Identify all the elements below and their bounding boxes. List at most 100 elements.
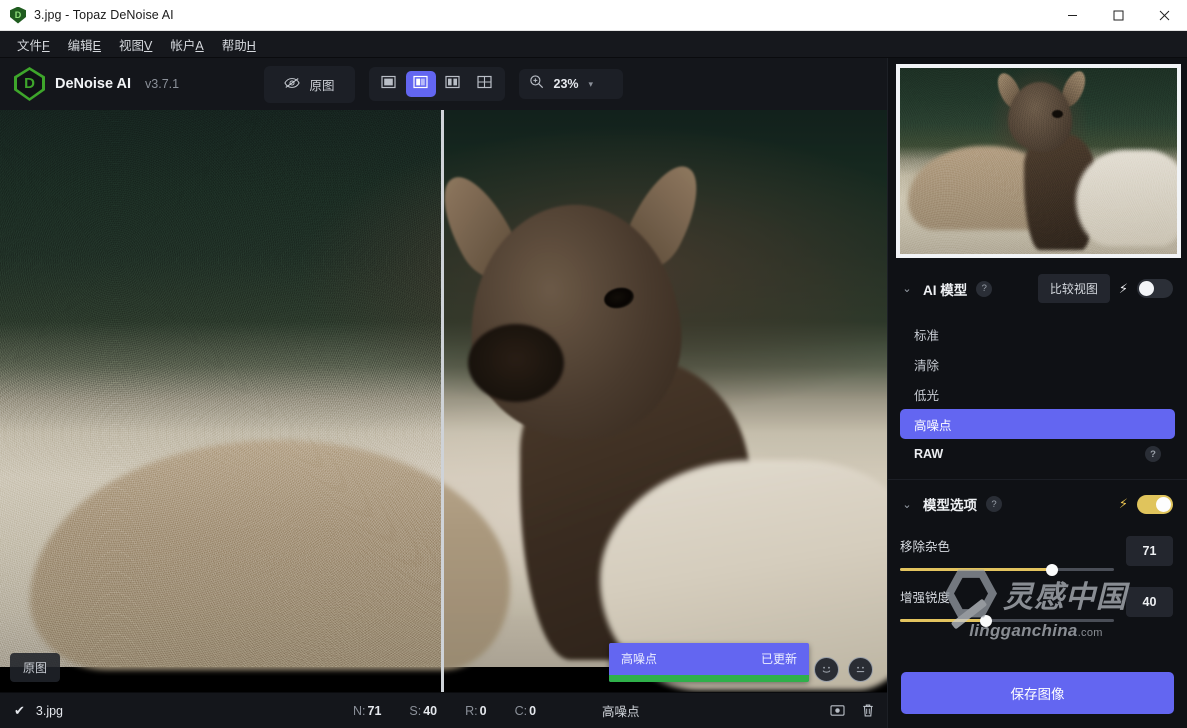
menu-help[interactable]: 帮助H [213, 32, 265, 57]
chevron-down-icon[interactable]: ⌄ [900, 498, 914, 511]
stat-sharpen-value: 40 [423, 704, 437, 718]
processed-image [444, 110, 887, 667]
compare-view-button[interactable]: 比较视图 [1038, 274, 1110, 303]
toast-model-label: 高噪点 [621, 650, 657, 667]
original-toggle-group: 原图 [264, 66, 354, 103]
show-original-button[interactable]: 原图 [268, 70, 350, 99]
app-toolbar: D DeNoise AI v3.7.1 原 [0, 58, 887, 110]
ai-model-list: 标准 清除 低光 高噪点 RAW ? [888, 313, 1187, 471]
file-checkmark-icon[interactable]: ✔ [14, 703, 25, 719]
stat-noise: N:71 [353, 704, 381, 718]
preview-export-icon[interactable] [830, 704, 845, 717]
menu-help-label: 帮助 [222, 39, 247, 53]
navigator-preview[interactable] [896, 64, 1181, 258]
menu-edit-label: 编辑 [68, 39, 93, 53]
menu-edit[interactable]: 编辑E [59, 32, 110, 57]
eye-slash-icon [284, 77, 300, 92]
model-options-help-icon[interactable]: ? [986, 496, 1002, 512]
raw-help-icon[interactable]: ? [1145, 446, 1161, 462]
lightning-icon: ⚡ [1119, 496, 1128, 512]
ai-model-section-header[interactable]: ⌄ AI 模型 ? 比较视图 ⚡ [888, 264, 1187, 313]
view-mode-side-by-side[interactable] [438, 71, 468, 97]
stat-sharpen: S:40 [409, 704, 437, 718]
chevron-down-icon[interactable]: ⌄ [900, 282, 914, 295]
enhance-sharpness-fill [900, 619, 986, 622]
enhance-sharpness-track[interactable] [900, 619, 1114, 622]
view-mode-split[interactable] [406, 71, 436, 97]
title-bar: D 3.jpg - Topaz DeNoise AI [0, 0, 1187, 31]
menu-file-accel: F [42, 39, 50, 53]
feedback-buttons [814, 657, 873, 682]
menu-file-label: 文件 [17, 39, 42, 53]
close-button[interactable] [1141, 0, 1187, 31]
menu-account-label: 帐户 [170, 39, 195, 53]
model-option-clear[interactable]: 清除 [900, 349, 1175, 379]
menu-edit-accel: E [93, 39, 101, 53]
zoom-level-value: 23% [554, 77, 579, 91]
chevron-down-icon[interactable]: ▾ [589, 79, 594, 90]
model-option-raw[interactable]: RAW ? [900, 439, 1175, 469]
status-filename: 3.jpg [36, 704, 63, 718]
minimize-button[interactable] [1049, 0, 1095, 31]
ai-model-help-icon[interactable]: ? [976, 281, 992, 297]
remove-noise-track[interactable] [900, 568, 1114, 571]
navigator-preview-wrap [888, 58, 1187, 264]
view-mode-quad[interactable] [470, 71, 500, 97]
original-image [0, 110, 441, 667]
slider-remove-noise: 移除杂色 71 [888, 524, 1187, 573]
model-option-low-light[interactable]: 低光 [900, 379, 1175, 409]
panel-body: ⌄ AI 模型 ? 比较视图 ⚡ 标准 清除 低光 高噪点 [888, 264, 1187, 660]
preview-noise-overlay [900, 68, 1177, 254]
status-bar: ✔ 3.jpg N:71 S:40 R:0 C:0 高噪点 [0, 692, 887, 728]
app-shell: D DeNoise AI v3.7.1 原 [0, 58, 1187, 728]
model-option-standard[interactable]: 标准 [900, 319, 1175, 349]
panel-footer: 保存图像 [888, 660, 1187, 728]
view-mode-single[interactable] [374, 71, 404, 97]
ai-model-auto-toggle[interactable] [1137, 279, 1173, 298]
editor-column: D DeNoise AI v3.7.1 原 [0, 58, 887, 728]
two-pane-icon [445, 75, 460, 94]
toggle-knob [1139, 281, 1154, 296]
remove-noise-handle[interactable] [1046, 564, 1058, 576]
maximize-button[interactable] [1095, 0, 1141, 31]
split-view-divider[interactable] [441, 110, 444, 692]
model-options-auto-toggle[interactable] [1137, 495, 1173, 514]
menu-account-accel: A [195, 39, 203, 53]
split-pane-icon [413, 75, 428, 94]
original-label-tag: 原图 [10, 653, 60, 682]
update-toast[interactable]: 高噪点 已更新 [609, 643, 809, 682]
remove-noise-fill [900, 568, 1052, 571]
model-option-label: RAW [914, 447, 943, 461]
model-option-label: 高噪点 [914, 415, 952, 434]
remove-noise-value[interactable]: 71 [1126, 536, 1173, 566]
toast-progress-bar [609, 675, 809, 682]
four-pane-icon [477, 75, 492, 94]
feedback-neutral-icon[interactable] [848, 657, 873, 682]
stat-noise-value: 71 [368, 704, 382, 718]
stat-recover-value: 0 [480, 704, 487, 718]
brand-name: DeNoise AI [55, 76, 131, 92]
lightning-icon: ⚡ [1119, 281, 1128, 297]
zoom-control-group[interactable]: 23% ▾ [519, 69, 623, 99]
toast-status-label: 已更新 [761, 650, 797, 667]
stat-color-key: C: [515, 704, 528, 718]
enhance-sharpness-handle[interactable] [980, 615, 992, 627]
menu-view-label: 视图 [119, 39, 144, 53]
canvas-original-half [0, 110, 441, 692]
enhance-sharpness-label: 增强锐度 [900, 587, 1114, 606]
magnifier-plus-icon [529, 74, 544, 94]
model-option-label: 标准 [914, 325, 939, 344]
toggle-knob [1156, 497, 1171, 512]
save-image-button[interactable]: 保存图像 [901, 672, 1174, 714]
enhance-sharpness-value[interactable]: 40 [1126, 587, 1173, 617]
denoise-logo-icon: D [14, 67, 45, 101]
image-canvas[interactable]: 原图 高噪点 已更新 [0, 110, 887, 692]
feedback-happy-icon[interactable] [814, 657, 839, 682]
stat-color: C:0 [515, 704, 536, 718]
menu-account[interactable]: 帐户A [161, 32, 212, 57]
model-option-severe-noise[interactable]: 高噪点 [900, 409, 1175, 439]
model-options-section-header[interactable]: ⌄ 模型选项 ? ⚡ [888, 480, 1187, 524]
menu-file[interactable]: 文件F [8, 32, 59, 57]
trash-icon[interactable] [861, 703, 875, 718]
menu-view[interactable]: 视图V [110, 32, 161, 57]
